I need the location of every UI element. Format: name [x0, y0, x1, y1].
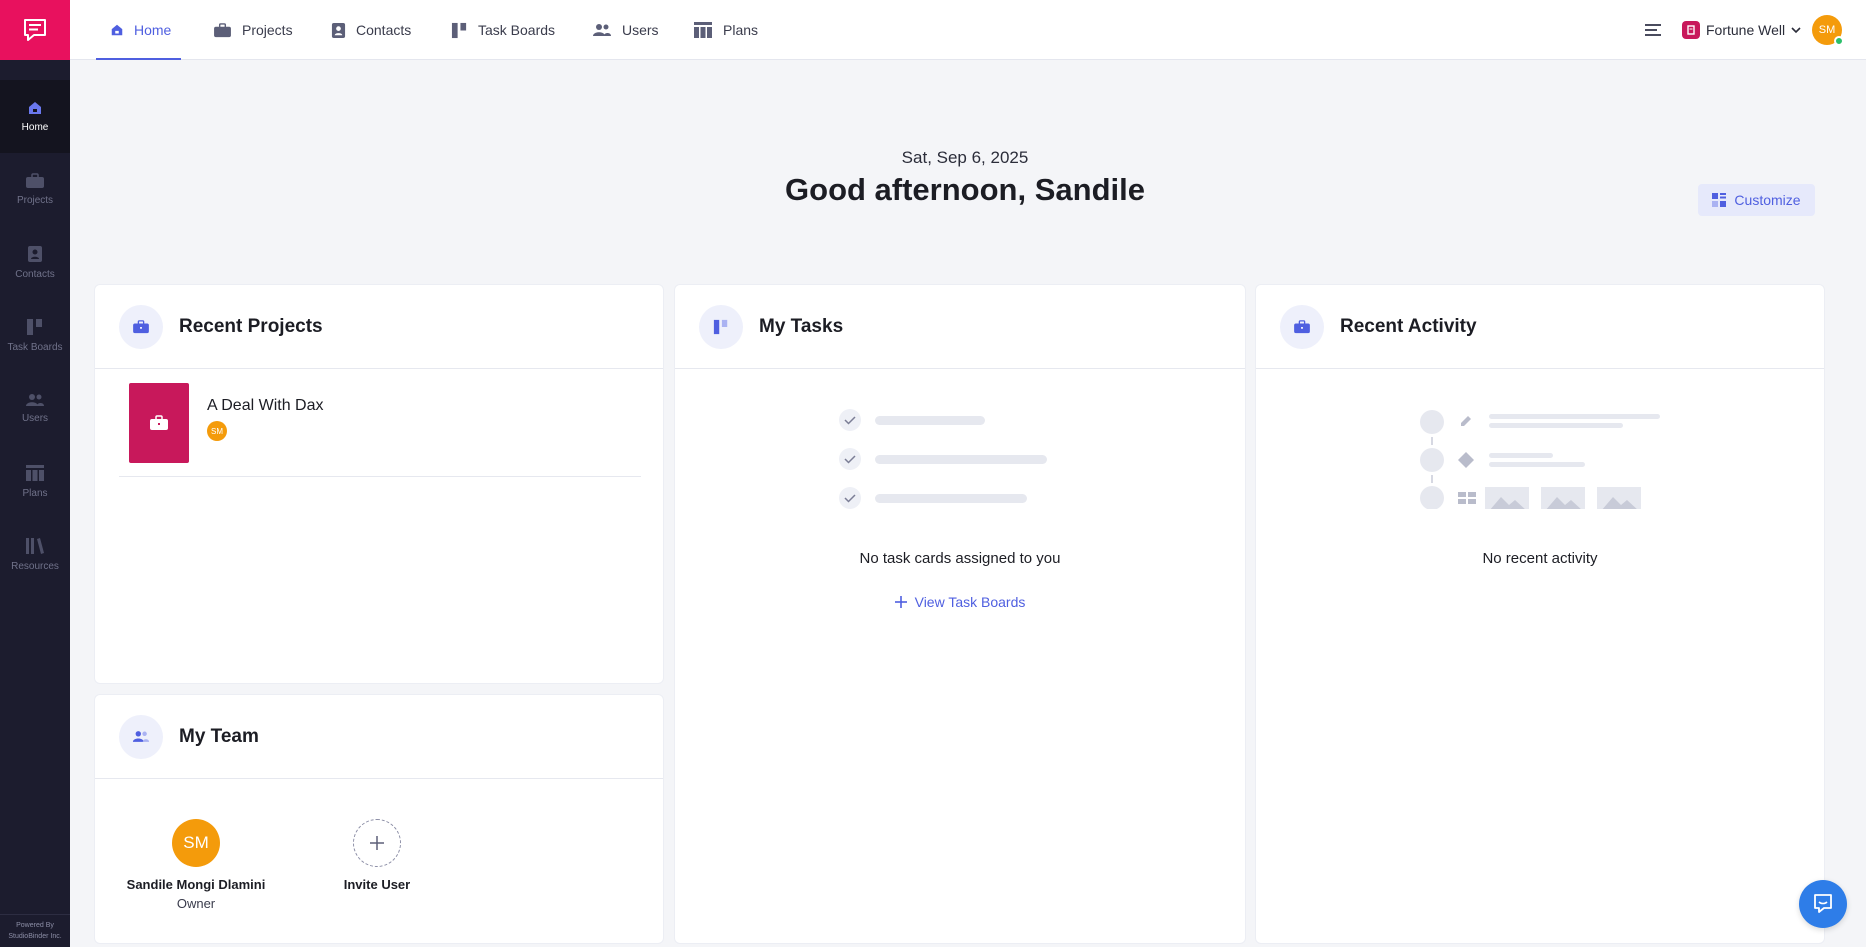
avatar: SM: [172, 819, 220, 867]
empty-tasks-illustration: [839, 409, 1047, 509]
my-tasks-card: My Tasks No task cards assigned to you V…: [674, 284, 1246, 944]
tab-users[interactable]: Users: [592, 0, 659, 60]
sidebar-item-label: Contacts: [15, 269, 55, 280]
briefcase-icon: [214, 22, 231, 37]
project-thumbnail: [129, 383, 189, 463]
users-icon: [26, 394, 44, 406]
customize-label: Customize: [1734, 192, 1801, 208]
avatar: SM: [207, 421, 227, 441]
home-icon: [29, 102, 41, 114]
card-title: My Tasks: [759, 315, 844, 337]
member-role: Owner: [176, 896, 216, 911]
tab-label: Projects: [242, 22, 293, 38]
card-header: My Team: [95, 695, 663, 779]
online-status-dot: [1834, 36, 1844, 46]
users-icon: [119, 714, 163, 759]
contact-icon: [331, 22, 346, 38]
menu-toggle[interactable]: [1645, 0, 1661, 60]
avatar: SM: [1812, 15, 1844, 46]
sidebar-item-task-boards[interactable]: Task Boards: [0, 299, 70, 372]
project-name: A Deal With Dax: [207, 397, 324, 414]
tab-label: Contacts: [356, 22, 412, 38]
layout-icon: [1712, 193, 1727, 207]
powered-by[interactable]: Powered By StudioBinder Inc.: [0, 914, 70, 947]
chat-icon: [1814, 894, 1832, 913]
workspace-logo-icon: [1682, 21, 1700, 39]
powered-by-company: StudioBinder Inc.: [8, 933, 62, 940]
empty-activity-message: No recent activity: [1482, 550, 1598, 567]
chat-logo-icon: [24, 19, 46, 41]
taskboard-icon: [699, 304, 743, 349]
taskboard-icon: [27, 319, 42, 335]
sidebar-item-contacts[interactable]: Contacts: [0, 226, 70, 299]
user-avatar-menu[interactable]: SM: [1812, 0, 1844, 60]
sidebar-item-projects[interactable]: Projects: [0, 153, 70, 226]
tab-label: Task Boards: [478, 22, 556, 38]
menu-lines-icon: [1645, 24, 1661, 36]
home-icon: [111, 24, 123, 36]
briefcase-icon: [119, 304, 163, 349]
current-date: Sat, Sep 6, 2025: [901, 148, 1029, 167]
view-task-boards-label: View Task Boards: [914, 594, 1026, 610]
card-title: My Team: [179, 725, 259, 747]
invite-label: Invite User: [343, 877, 411, 892]
empty-tasks-message: No task cards assigned to you: [859, 550, 1061, 567]
briefcase-icon: [26, 173, 44, 188]
tab-projects[interactable]: Projects: [213, 0, 293, 60]
recent-projects-card: Recent Projects A Deal With Dax SM: [94, 284, 664, 684]
customize-button[interactable]: Customize: [1698, 184, 1815, 216]
member-name: Sandile Mongi Dlamini: [126, 877, 266, 892]
support-chat-button[interactable]: [1799, 880, 1847, 928]
sidebar-item-plans[interactable]: Plans: [0, 445, 70, 518]
add-icon: [353, 819, 401, 867]
invite-user-button[interactable]: Invite User: [327, 819, 427, 892]
card-header: Recent Activity: [1256, 285, 1824, 369]
card-header: My Tasks: [675, 285, 1245, 369]
sidebar-item-home[interactable]: Home: [0, 80, 70, 153]
briefcase-icon: [150, 415, 168, 430]
tab-contacts[interactable]: Contacts: [331, 0, 411, 60]
avatar-initials: SM: [1818, 24, 1836, 36]
sidebar-item-label: Users: [21, 413, 49, 424]
sidebar-item-label: Home: [21, 122, 49, 133]
empty-activity-illustration: [1420, 410, 1660, 509]
workspace-name: Fortune Well: [1706, 22, 1786, 38]
sidebar-item-resources[interactable]: Resources: [0, 518, 70, 591]
tab-label: Home: [134, 22, 172, 38]
resources-icon: [26, 538, 44, 554]
team-member[interactable]: SM Sandile Mongi Dlamini Owner: [125, 819, 267, 911]
sidebar-item-label: Projects: [16, 195, 54, 206]
tab-plans[interactable]: Plans: [693, 0, 758, 60]
plans-icon: [694, 22, 712, 38]
chevron-down-icon: [1791, 26, 1801, 33]
plans-icon: [26, 465, 44, 481]
card-title: Recent Projects: [179, 315, 323, 337]
powered-by-line: Powered By: [16, 922, 54, 929]
sidebar-item-label: Plans: [22, 488, 48, 499]
my-team-card: My Team SM Sandile Mongi Dlamini Owner I…: [94, 694, 664, 944]
greeting-heading: Good afternoon, Sandile: [785, 172, 1145, 207]
workspace-switcher[interactable]: Fortune Well: [1682, 0, 1801, 60]
card-header: Recent Projects: [95, 285, 663, 369]
view-task-boards-link[interactable]: View Task Boards: [675, 594, 1245, 610]
plus-icon: [894, 596, 907, 608]
sidebar-item-users[interactable]: Users: [0, 372, 70, 445]
tab-label: Plans: [723, 22, 759, 38]
sidebar-item-label: Task Boards: [7, 342, 63, 353]
recent-activity-card: Recent Activity No recent activity: [1255, 284, 1825, 944]
project-row[interactable]: A Deal With Dax SM: [119, 383, 641, 477]
sidebar-item-label: Resources: [11, 561, 59, 572]
top-navigation: Home Projects Contacts Task Boards Users…: [70, 0, 1866, 60]
briefcase-icon: [1280, 304, 1324, 349]
tab-home[interactable]: Home: [95, 0, 182, 60]
taskboard-icon: [451, 22, 467, 38]
left-sidebar: Home Projects Contacts Task Boards Users…: [0, 0, 70, 947]
tab-task-boards[interactable]: Task Boards: [451, 0, 555, 60]
users-icon: [593, 24, 611, 36]
card-title: Recent Activity: [1340, 315, 1477, 337]
tab-label: Users: [622, 22, 659, 38]
app-logo[interactable]: [0, 0, 70, 60]
contact-icon: [28, 246, 42, 262]
